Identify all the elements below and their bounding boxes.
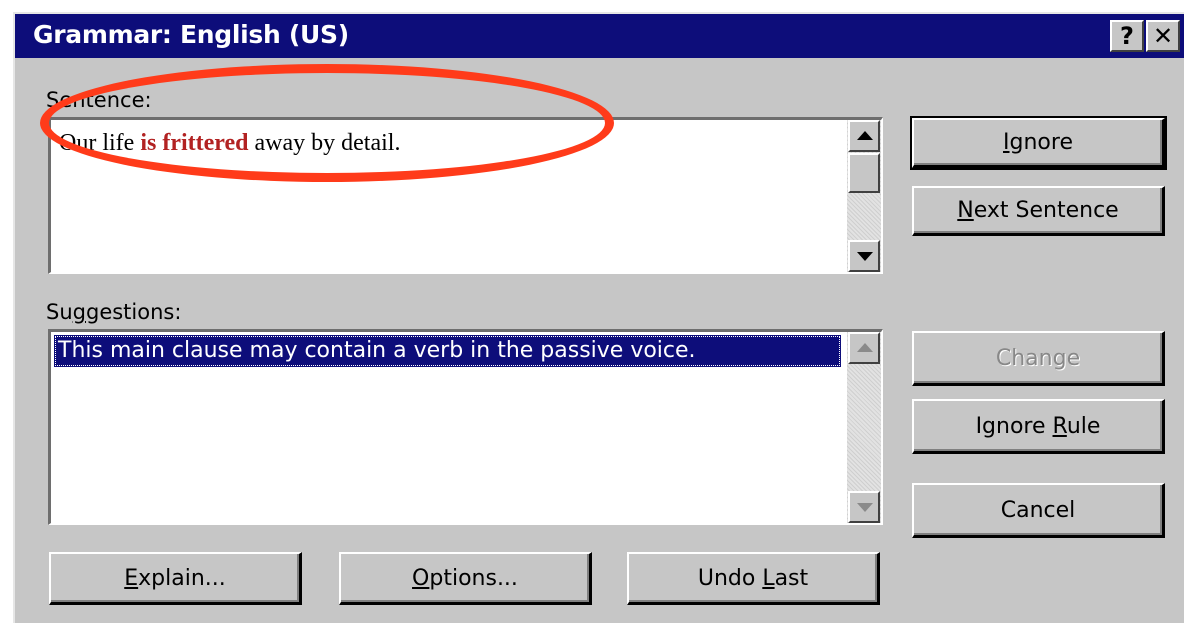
- scroll-up-button: [848, 332, 880, 364]
- scroll-down-button[interactable]: [848, 240, 880, 272]
- arrow-up-icon: [857, 343, 873, 352]
- scroll-up-button[interactable]: [848, 120, 880, 152]
- suggestions-list[interactable]: This main clause may contain a verb in t…: [48, 329, 883, 525]
- arrow-down-icon: [857, 503, 873, 512]
- ignore-rule-button[interactable]: Ignore Rule: [912, 399, 1165, 454]
- options-button[interactable]: Options...: [339, 552, 592, 605]
- sentence-text: Our life is frittered away by detail.: [59, 130, 400, 157]
- cancel-button[interactable]: Cancel: [912, 483, 1165, 538]
- scroll-thumb[interactable]: [848, 153, 880, 193]
- ignore-button[interactable]: Ignore: [910, 116, 1167, 170]
- suggestions-label: Suggestions:: [46, 300, 182, 324]
- sentence-label: Sentence:: [46, 88, 152, 112]
- arrow-up-icon: [857, 131, 873, 140]
- title-bar[interactable]: Grammar: English (US) ? ✕: [15, 14, 1184, 58]
- sentence-scrollbar[interactable]: [847, 120, 881, 272]
- window-title: Grammar: English (US): [33, 20, 349, 49]
- sentence-text-after: away by detail.: [248, 130, 401, 156]
- undo-last-button[interactable]: Undo Last: [627, 552, 880, 605]
- sentence-box[interactable]: Our life is frittered away by detail.: [48, 117, 883, 274]
- suggestions-scrollbar: [847, 332, 881, 523]
- sentence-text-before: Our life: [59, 130, 141, 156]
- close-button[interactable]: ✕: [1146, 20, 1180, 52]
- suggestion-item[interactable]: This main clause may contain a verb in t…: [54, 335, 841, 367]
- help-button[interactable]: ?: [1110, 20, 1144, 52]
- arrow-down-icon: [857, 252, 873, 261]
- sentence-highlighted-phrase: is frittered: [140, 130, 249, 156]
- grammar-dialog: Grammar: English (US) ? ✕ Sentence: Our …: [13, 12, 1184, 623]
- explain-button[interactable]: Explain...: [49, 552, 302, 605]
- scroll-down-button: [848, 491, 880, 523]
- next-sentence-button[interactable]: Next Sentence: [912, 186, 1165, 236]
- change-button[interactable]: Change: [912, 331, 1165, 386]
